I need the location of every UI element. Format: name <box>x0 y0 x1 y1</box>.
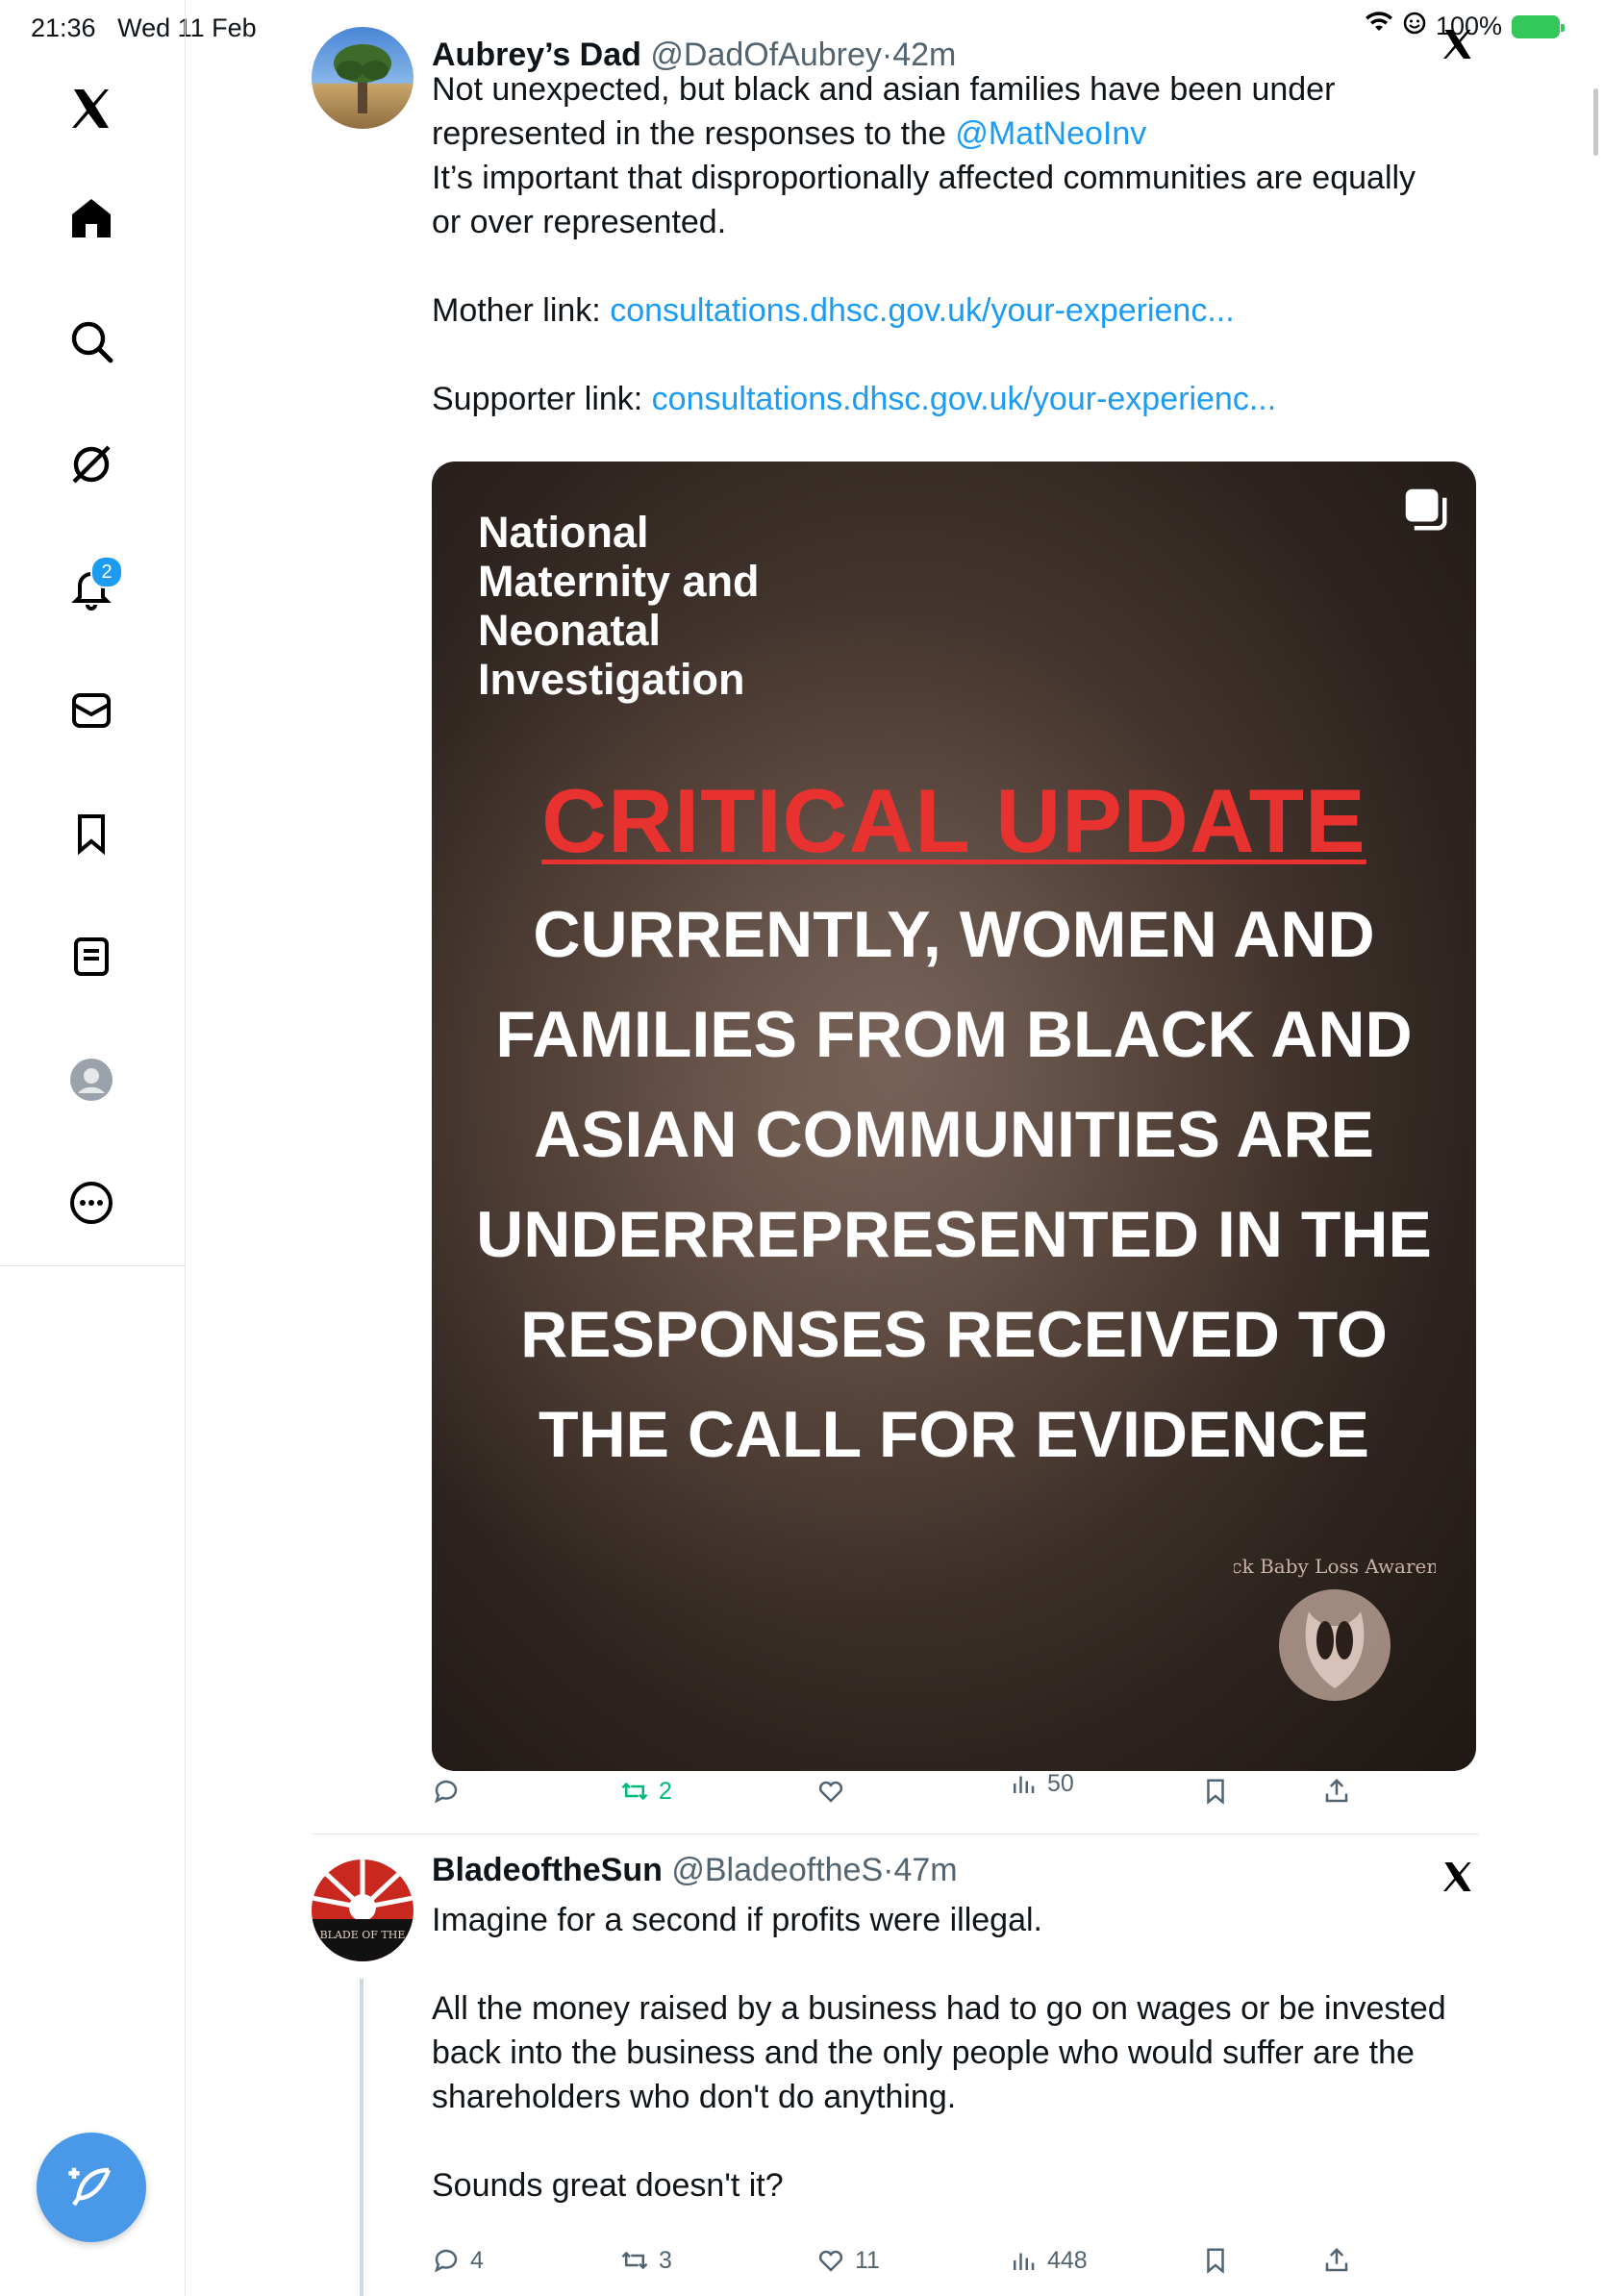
battery-icon <box>1512 14 1565 38</box>
reply-icon <box>434 2249 458 2273</box>
handle[interactable]: @BladeoftheS <box>671 1852 883 1888</box>
notifications-icon[interactable]: 2 <box>58 554 125 621</box>
reply-button[interactable]: 4 <box>432 2246 484 2275</box>
bookmark-button[interactable] <box>1201 1777 1230 1806</box>
tweet-actions: 4 3 11 448 <box>432 2246 1355 2294</box>
supporter-link-line: Supporter link: consultations.dhsc.gov.u… <box>432 381 1277 417</box>
avatar-text: BLADE OF THE <box>320 1929 406 1941</box>
image-message: CURRENTLY, WOMEN AND FAMILIES FROM BLACK… <box>476 898 1432 1471</box>
mother-link[interactable]: consultations.dhsc.gov.uk/your-experienc… <box>610 292 1235 329</box>
like-button[interactable]: 11 <box>816 2246 880 2275</box>
tweet[interactable]: BLADE OF THE BladeoftheSun @BladeoftheS·… <box>312 1838 1479 2296</box>
retweet-button[interactable]: 2 <box>620 1777 672 1806</box>
tweet-image[interactable]: National Maternity and Neonatal Investig… <box>432 462 1476 1771</box>
mother-link-line: Mother link: consultations.dhsc.gov.uk/y… <box>432 292 1235 329</box>
like-count: 11 <box>855 2246 880 2274</box>
lists-icon[interactable] <box>58 923 125 990</box>
share-button[interactable] <box>1322 2246 1351 2275</box>
bookmark-icon <box>1207 2248 1224 2274</box>
tweet-line: It’s important that disproportionally af… <box>432 160 1416 196</box>
more-icon[interactable] <box>58 1169 125 1236</box>
notification-badge: 2 <box>90 556 123 588</box>
share-icon <box>1325 2247 1348 2272</box>
tweet-text: Imagine for a second if profits were ill… <box>432 1898 1451 2208</box>
thread-line <box>360 1979 363 2296</box>
bookmark-icon <box>1207 1779 1224 1805</box>
image-org-title: National Maternity and Neonatal Investig… <box>478 508 760 704</box>
tweet-text: Not unexpected, but black and asian fami… <box>432 67 1451 421</box>
display-name[interactable]: BladeoftheSun <box>432 1852 663 1888</box>
home-icon[interactable] <box>58 185 125 252</box>
views-button[interactable]: 50 <box>1009 1769 1074 1798</box>
share-icon <box>1325 1778 1348 1803</box>
compose-feather-icon <box>68 2167 112 2207</box>
tweet-paragraph: Imagine for a second if profits were ill… <box>432 1902 1042 1938</box>
logo-icon: Black Baby Loss Awareness <box>1199 1535 1470 1736</box>
scrollbar[interactable] <box>1593 88 1598 156</box>
x-logo-icon <box>1441 27 1475 62</box>
tweet-header: BladeoftheSun @BladeoftheS·47m <box>432 1852 958 1889</box>
tweet-actions: 2 50 <box>432 1770 1355 1825</box>
tweet-paragraph: All the money raised by a business had t… <box>432 1990 1446 2115</box>
tweet-paragraph: Sounds great doesn't it? <box>432 2167 784 2204</box>
sidebar: 2 <box>0 0 186 1266</box>
bookmarks-icon[interactable] <box>58 800 125 867</box>
views-icon <box>1014 2253 1035 2270</box>
multi-image-icon <box>1399 483 1451 535</box>
tweet-line: Not unexpected, but black and asian fami… <box>432 71 1336 108</box>
mention-link[interactable]: @MatNeoInv <box>955 115 1146 152</box>
reply-icon <box>434 1780 458 1804</box>
reply-count: 4 <box>470 2246 484 2274</box>
sidebar-rule <box>185 1265 186 2296</box>
like-button[interactable] <box>816 1777 855 1806</box>
bookmark-button[interactable] <box>1201 2246 1230 2275</box>
share-button[interactable] <box>1322 1777 1351 1806</box>
heart-icon <box>818 2250 843 2272</box>
views-count: 50 <box>1047 1769 1074 1797</box>
views-count: 448 <box>1047 2246 1088 2274</box>
avatar[interactable]: BLADE OF THE <box>312 1859 414 1961</box>
logo-text: Black Baby Loss Awareness <box>1234 1555 1436 1578</box>
views-icon <box>1014 1776 1035 1793</box>
reply-button[interactable] <box>432 1777 470 1806</box>
image-headline: CRITICAL UPDATE <box>541 770 1366 871</box>
retweet-count: 2 <box>659 1777 672 1805</box>
profile-icon[interactable] <box>58 1046 125 1113</box>
tweet[interactable]: Aubrey’s Dad @DadOfAubrey·42m Not unexpe… <box>312 23 1479 1831</box>
timestamp[interactable]: 47m <box>893 1852 957 1888</box>
separator: · <box>883 1852 894 1888</box>
retweet-icon <box>621 1782 648 1801</box>
heart-icon <box>818 1781 843 1803</box>
supporter-link[interactable]: consultations.dhsc.gov.uk/your-experienc… <box>652 381 1277 417</box>
tweet-line: represented in the responses to the @Mat… <box>432 115 1147 152</box>
retweet-button[interactable]: 3 <box>620 2246 672 2275</box>
tweet-line: or over represented. <box>432 204 727 240</box>
views-button[interactable]: 448 <box>1009 2246 1088 2275</box>
avatar[interactable] <box>312 27 414 129</box>
messages-icon[interactable] <box>58 677 125 744</box>
search-icon[interactable] <box>58 308 125 375</box>
compose-button[interactable] <box>37 2133 146 2242</box>
x-logo-icon[interactable] <box>58 75 125 142</box>
retweet-icon <box>621 2251 648 2270</box>
grok-icon[interactable] <box>58 431 125 498</box>
retweet-count: 3 <box>659 2246 672 2274</box>
x-logo-icon <box>1441 1859 1475 1894</box>
